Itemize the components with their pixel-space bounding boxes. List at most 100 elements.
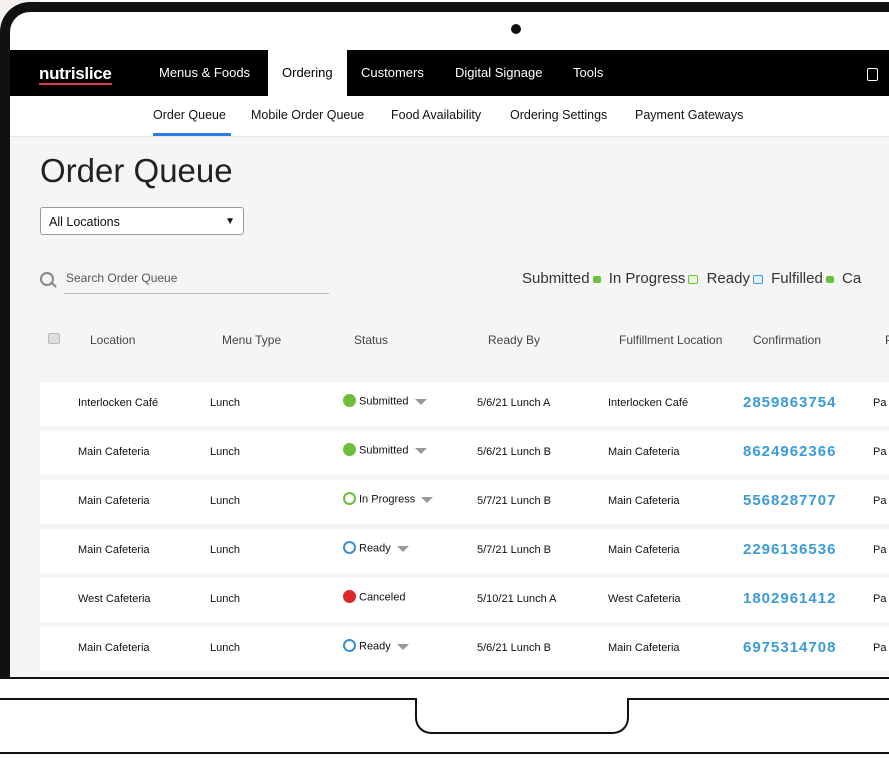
cell-fulfillment-location: Main Cafeteria xyxy=(608,642,680,654)
confirmation-link[interactable]: 1802961412 xyxy=(743,590,836,607)
table-row[interactable]: Interlocken Café Lunch Submitted 5/6/21 Lun… xyxy=(40,382,889,426)
active-tab-indicator xyxy=(153,133,231,136)
status-dropdown[interactable]: Ready xyxy=(343,541,409,555)
col-location[interactable]: Location xyxy=(90,333,135,347)
confirmation-link[interactable]: 8624962366 xyxy=(743,443,836,460)
search-icon xyxy=(40,272,54,286)
cell-payment: Pa xyxy=(873,642,887,654)
nav-tab-tools[interactable]: Tools xyxy=(573,50,603,96)
col-ready-by[interactable]: Ready By xyxy=(488,333,540,347)
status-dot-icon xyxy=(343,443,356,456)
location-select-value: All Locations xyxy=(49,215,120,229)
col-menu-type[interactable]: Menu Type xyxy=(222,333,281,347)
laptop-base xyxy=(0,698,889,759)
confirmation-link[interactable]: 2859863754 xyxy=(743,394,836,411)
legend-swatch xyxy=(752,274,763,284)
subnav-ordering-settings[interactable]: Ordering Settings xyxy=(510,108,607,122)
location-select[interactable]: All Locations ▼ xyxy=(40,207,244,235)
status-dropdown[interactable]: Canceled xyxy=(343,590,406,604)
status-dropdown[interactable]: In Progress xyxy=(343,492,434,506)
subnav-order-queue[interactable]: Order Queue xyxy=(153,108,226,122)
confirmation-link[interactable]: 2296136536 xyxy=(743,541,836,558)
app-screen: nutrislice Menus & Foods Ordering Custom… xyxy=(10,50,889,677)
caret-down-icon[interactable] xyxy=(396,643,409,650)
cell-location: Main Cafeteria xyxy=(78,544,150,556)
cell-payment: Pa xyxy=(873,544,887,556)
status-dot-icon xyxy=(343,492,356,505)
table-row[interactable]: Main Cafeteria Lunch Ready 5/7/21 Lunch B Ma… xyxy=(40,529,889,573)
nav-tab-ordering[interactable]: Ordering xyxy=(268,50,347,96)
cell-fulfillment-location: Main Cafeteria xyxy=(608,544,680,556)
cell-status: In Progress xyxy=(359,493,416,506)
status-dot-icon xyxy=(343,590,356,603)
top-navigation: nutrislice Menus & Foods Ordering Custom… xyxy=(10,50,889,96)
cell-status: Submitted xyxy=(359,444,409,457)
cell-status: Canceled xyxy=(359,591,406,604)
cell-location: Main Cafeteria xyxy=(78,642,150,654)
col-confirmation[interactable]: Confirmation xyxy=(753,333,821,347)
caret-down-icon[interactable] xyxy=(414,398,427,405)
table-row[interactable]: Main Cafeteria Lunch Ready 5/6/21 Lunch B Ma… xyxy=(40,627,889,671)
col-status[interactable]: Status xyxy=(354,333,388,347)
cell-ready-by: 5/7/21 Lunch B xyxy=(477,544,552,556)
cell-menu-type: Lunch xyxy=(210,544,240,556)
confirmation-link[interactable]: 6975314708 xyxy=(743,639,836,656)
search-order-queue[interactable]: Search Order Queue xyxy=(40,269,330,294)
table-row[interactable]: Main Cafeteria Lunch In Progress 5/7/21 Lun… xyxy=(40,480,889,524)
camera-icon xyxy=(511,24,521,34)
brand-logo[interactable]: nutrislice xyxy=(39,64,112,85)
select-all-checkbox[interactable] xyxy=(48,333,60,344)
cell-status: Submitted xyxy=(359,395,409,408)
nav-tab-customers[interactable]: Customers xyxy=(361,50,424,96)
cell-ready-by: 5/6/21 Lunch B xyxy=(477,642,552,654)
legend-label: Ready xyxy=(706,270,750,287)
cell-menu-type: Lunch xyxy=(210,642,240,654)
cell-fulfillment-location: Interlocken Café xyxy=(608,397,689,409)
nav-tab-menus-foods[interactable]: Menus & Foods xyxy=(159,50,250,96)
status-legend: Submitted In Progress Ready Fulfilled Ca xyxy=(522,270,865,287)
cell-ready-by: 5/7/21 Lunch B xyxy=(477,495,552,507)
table-header: Location Menu Type Status Ready By Fulfi… xyxy=(40,333,889,357)
legend-in-progress: In Progress xyxy=(609,270,699,287)
status-dot-icon xyxy=(343,639,356,652)
cell-payment: Pa xyxy=(873,495,887,507)
caret-down-icon[interactable] xyxy=(396,545,409,552)
search-underline xyxy=(64,293,329,294)
legend-ready: Ready xyxy=(707,270,763,287)
col-fulfillment-location[interactable]: Fulfillment Location xyxy=(619,333,722,347)
sub-navigation: Order Queue Mobile Order Queue Food Avai… xyxy=(10,96,889,137)
cell-fulfillment-location: Main Cafeteria xyxy=(608,446,680,458)
page-title: Order Queue xyxy=(40,152,233,189)
status-dot-icon xyxy=(343,394,356,407)
caret-down-icon[interactable] xyxy=(421,496,434,503)
nav-tab-digital-signage[interactable]: Digital Signage xyxy=(455,50,542,96)
subnav-mobile-order-queue[interactable]: Mobile Order Queue xyxy=(251,108,364,122)
legend-label: Ca xyxy=(841,270,862,287)
col-payment[interactable]: Pa xyxy=(885,333,889,347)
legend-submitted: Submitted xyxy=(522,270,601,287)
status-dropdown[interactable]: Submitted xyxy=(343,443,427,457)
legend-label: In Progress xyxy=(608,270,686,287)
table-row[interactable]: Main Cafeteria Lunch Submitted 5/6/21 Lunch… xyxy=(40,431,889,475)
table-row[interactable]: West Cafeteria Lunch Canceled 5/10/21 Lunch… xyxy=(40,578,889,622)
status-dropdown[interactable]: Submitted xyxy=(343,394,427,408)
cell-ready-by: 5/10/21 Lunch A xyxy=(477,593,557,605)
search-input[interactable]: Search Order Queue xyxy=(66,271,177,285)
laptop-base-line xyxy=(0,752,889,754)
legend-fulfilled: Fulfilled xyxy=(771,270,834,287)
cell-fulfillment-location: West Cafeteria xyxy=(608,593,681,605)
legend-swatch xyxy=(592,275,601,283)
cell-payment: Pa xyxy=(873,593,887,605)
chevron-down-icon: ▼ xyxy=(225,216,235,227)
confirmation-link[interactable]: 5568287707 xyxy=(743,492,836,509)
cell-status: Ready xyxy=(359,640,391,653)
cell-menu-type: Lunch xyxy=(210,495,240,507)
subnav-payment-gateways[interactable]: Payment Gateways xyxy=(635,108,743,122)
subnav-food-availability[interactable]: Food Availability xyxy=(391,108,481,122)
laptop-notch xyxy=(415,698,629,734)
copy-icon[interactable] xyxy=(867,68,878,81)
caret-down-icon[interactable] xyxy=(414,447,427,454)
legend-swatch xyxy=(688,274,699,284)
status-dropdown[interactable]: Ready xyxy=(343,639,409,653)
cell-location: Main Cafeteria xyxy=(78,495,150,507)
